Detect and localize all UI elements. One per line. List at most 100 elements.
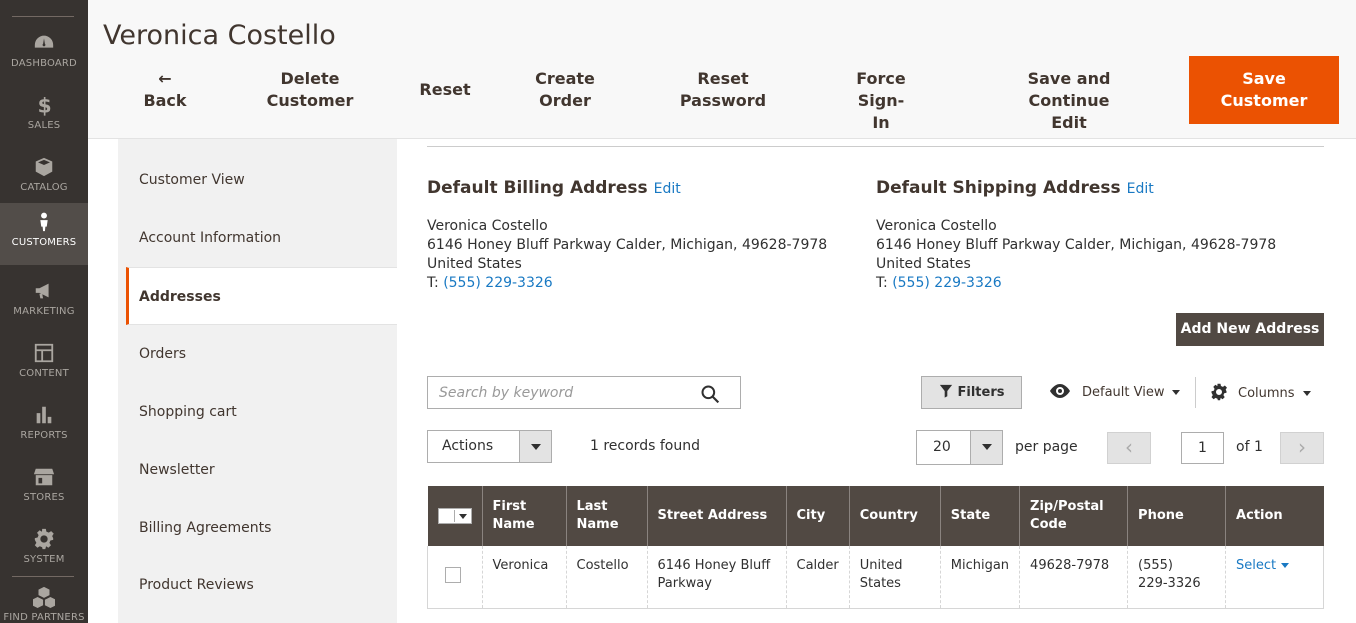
- previous-page-button[interactable]: ‹: [1107, 432, 1151, 464]
- megaphone-icon: [0, 280, 88, 304]
- cell-country: United States: [849, 546, 941, 609]
- col-phone[interactable]: Phone: [1127, 486, 1227, 546]
- row-select-cell: [427, 546, 483, 609]
- sidebar-item-marketing[interactable]: MARKETING: [0, 272, 88, 334]
- col-state[interactable]: State: [940, 486, 1021, 546]
- records-count: 1 records found: [590, 438, 700, 454]
- tab-orders[interactable]: Orders: [118, 325, 397, 383]
- billing-address-title: Default Billing Address Edit: [427, 178, 681, 198]
- mass-select-header: [427, 486, 483, 546]
- per-page-select[interactable]: 20: [916, 430, 1003, 465]
- back-arrow-icon: ←: [158, 69, 172, 88]
- sidebar-item-system[interactable]: SYSTEM: [0, 520, 88, 582]
- chevron-down-icon: [1302, 391, 1311, 396]
- sidebar-item-find-partners[interactable]: FIND PARTNERS: [0, 578, 88, 623]
- addresses-grid: First Name Last Name Street Address City C…: [427, 486, 1324, 609]
- cubes-icon: [0, 586, 88, 610]
- edit-shipping-link[interactable]: Edit: [1127, 181, 1154, 197]
- filter-icon: [939, 384, 952, 398]
- dollar-icon: $: [0, 93, 88, 118]
- cell-zip: 49628-7978: [1019, 546, 1129, 609]
- gear-icon: [1211, 383, 1227, 401]
- sidebar-item-content[interactable]: CONTENT: [0, 334, 88, 396]
- person-icon: [0, 211, 88, 235]
- reset-password-button[interactable]: Reset Password: [678, 68, 768, 112]
- col-street-address[interactable]: Street Address: [647, 486, 787, 546]
- search-input[interactable]: Search by keyword: [427, 376, 741, 409]
- col-city[interactable]: City: [786, 486, 850, 546]
- tab-newsletter[interactable]: Newsletter: [118, 441, 397, 499]
- create-order-button[interactable]: Create Order: [528, 68, 602, 112]
- back-button[interactable]: ← Back: [143, 68, 187, 112]
- cell-last-name: Costello: [566, 546, 648, 609]
- shipping-address-title: Default Shipping Address Edit: [876, 178, 1154, 198]
- next-page-button[interactable]: ›: [1280, 432, 1324, 464]
- save-customer-button[interactable]: Save Customer: [1189, 56, 1339, 124]
- row-checkbox[interactable]: [445, 567, 461, 583]
- sidebar-divider: [12, 576, 74, 577]
- customer-tabs: Customer View Account Information Addres…: [118, 139, 397, 623]
- tab-shopping-cart[interactable]: Shopping cart: [118, 383, 397, 441]
- svg-text:$: $: [38, 94, 52, 116]
- cell-first-name: Veronica: [482, 546, 567, 609]
- edit-billing-link[interactable]: Edit: [654, 181, 681, 197]
- cell-street: 6146 Honey Bluff Parkway: [647, 546, 787, 609]
- sidebar-item-stores[interactable]: STORES: [0, 458, 88, 520]
- chevron-left-icon: ‹: [1125, 435, 1133, 459]
- sidebar-item-catalog[interactable]: CATALOG: [0, 148, 88, 210]
- dashboard-icon: [0, 32, 88, 56]
- cell-action: Select: [1225, 546, 1324, 609]
- page-title: Veronica Costello: [103, 20, 336, 51]
- grid-header-row: First Name Last Name Street Address City C…: [427, 486, 1324, 546]
- box-icon: [0, 156, 88, 180]
- chevron-down-icon: [1281, 563, 1290, 568]
- sidebar-divider: [12, 16, 74, 17]
- sidebar-item-customers[interactable]: CUSTOMERS: [0, 203, 88, 265]
- tab-account-information[interactable]: Account Information: [118, 209, 397, 267]
- chevron-down-icon: [970, 431, 1002, 464]
- billing-phone-link[interactable]: (555) 229-3326: [443, 275, 553, 291]
- per-page-label: per page: [1015, 439, 1078, 455]
- force-sign-in-button[interactable]: Force Sign- In: [834, 68, 928, 134]
- columns-dropdown[interactable]: Columns: [1210, 383, 1311, 401]
- sidebar-item-reports[interactable]: REPORTS: [0, 396, 88, 458]
- actions-dropdown[interactable]: Actions: [427, 430, 552, 463]
- cell-state: Michigan: [940, 546, 1021, 609]
- chevron-down-icon: [1172, 390, 1181, 395]
- bar-chart-icon: [0, 404, 88, 428]
- sidebar-item-sales[interactable]: $ SALES: [0, 86, 88, 148]
- shipping-phone-link[interactable]: (555) 229-3326: [892, 275, 1002, 291]
- col-first-name[interactable]: First Name: [482, 486, 567, 546]
- page-header: Veronica Costello ← Back Delete Customer…: [88, 0, 1356, 139]
- col-zip[interactable]: Zip/Postal Code: [1019, 486, 1129, 546]
- content-divider: [427, 146, 1324, 147]
- billing-address-block: Veronica Costello 6146 Honey Bluff Parkw…: [427, 218, 828, 291]
- toolbar-divider: [1195, 377, 1196, 408]
- col-country[interactable]: Country: [849, 486, 941, 546]
- add-new-address-button[interactable]: Add New Address: [1176, 313, 1324, 346]
- cell-phone: (555) 229-3326: [1127, 546, 1227, 609]
- default-view-dropdown[interactable]: Default View: [1048, 383, 1181, 400]
- sidebar-item-dashboard[interactable]: DASHBOARD: [0, 24, 88, 86]
- tab-billing-agreements[interactable]: Billing Agreements: [118, 499, 397, 557]
- col-action: Action: [1225, 486, 1324, 546]
- search-placeholder: Search by keyword: [439, 385, 574, 401]
- reset-button[interactable]: Reset: [418, 79, 472, 101]
- shipping-address-block: Veronica Costello 6146 Honey Bluff Parkw…: [876, 218, 1277, 291]
- tab-product-reviews[interactable]: Product Reviews: [118, 556, 397, 614]
- row-action-select[interactable]: Select: [1236, 558, 1290, 573]
- tab-addresses[interactable]: Addresses: [126, 267, 397, 325]
- delete-customer-button[interactable]: Delete Customer: [260, 68, 360, 112]
- col-last-name[interactable]: Last Name: [566, 486, 648, 546]
- tab-customer-view[interactable]: Customer View: [118, 151, 397, 209]
- page-total: of 1: [1236, 439, 1263, 455]
- layout-icon: [0, 342, 88, 366]
- mass-select-checkbox[interactable]: [437, 507, 472, 524]
- filters-button[interactable]: Filters: [921, 376, 1022, 409]
- save-and-continue-button[interactable]: Save and Continue Edit: [988, 68, 1150, 134]
- gear-icon: [0, 528, 88, 552]
- search-icon[interactable]: [700, 384, 720, 404]
- store-icon: [0, 466, 88, 490]
- page-number-input[interactable]: 1: [1181, 432, 1224, 464]
- chevron-right-icon: ›: [1298, 435, 1306, 459]
